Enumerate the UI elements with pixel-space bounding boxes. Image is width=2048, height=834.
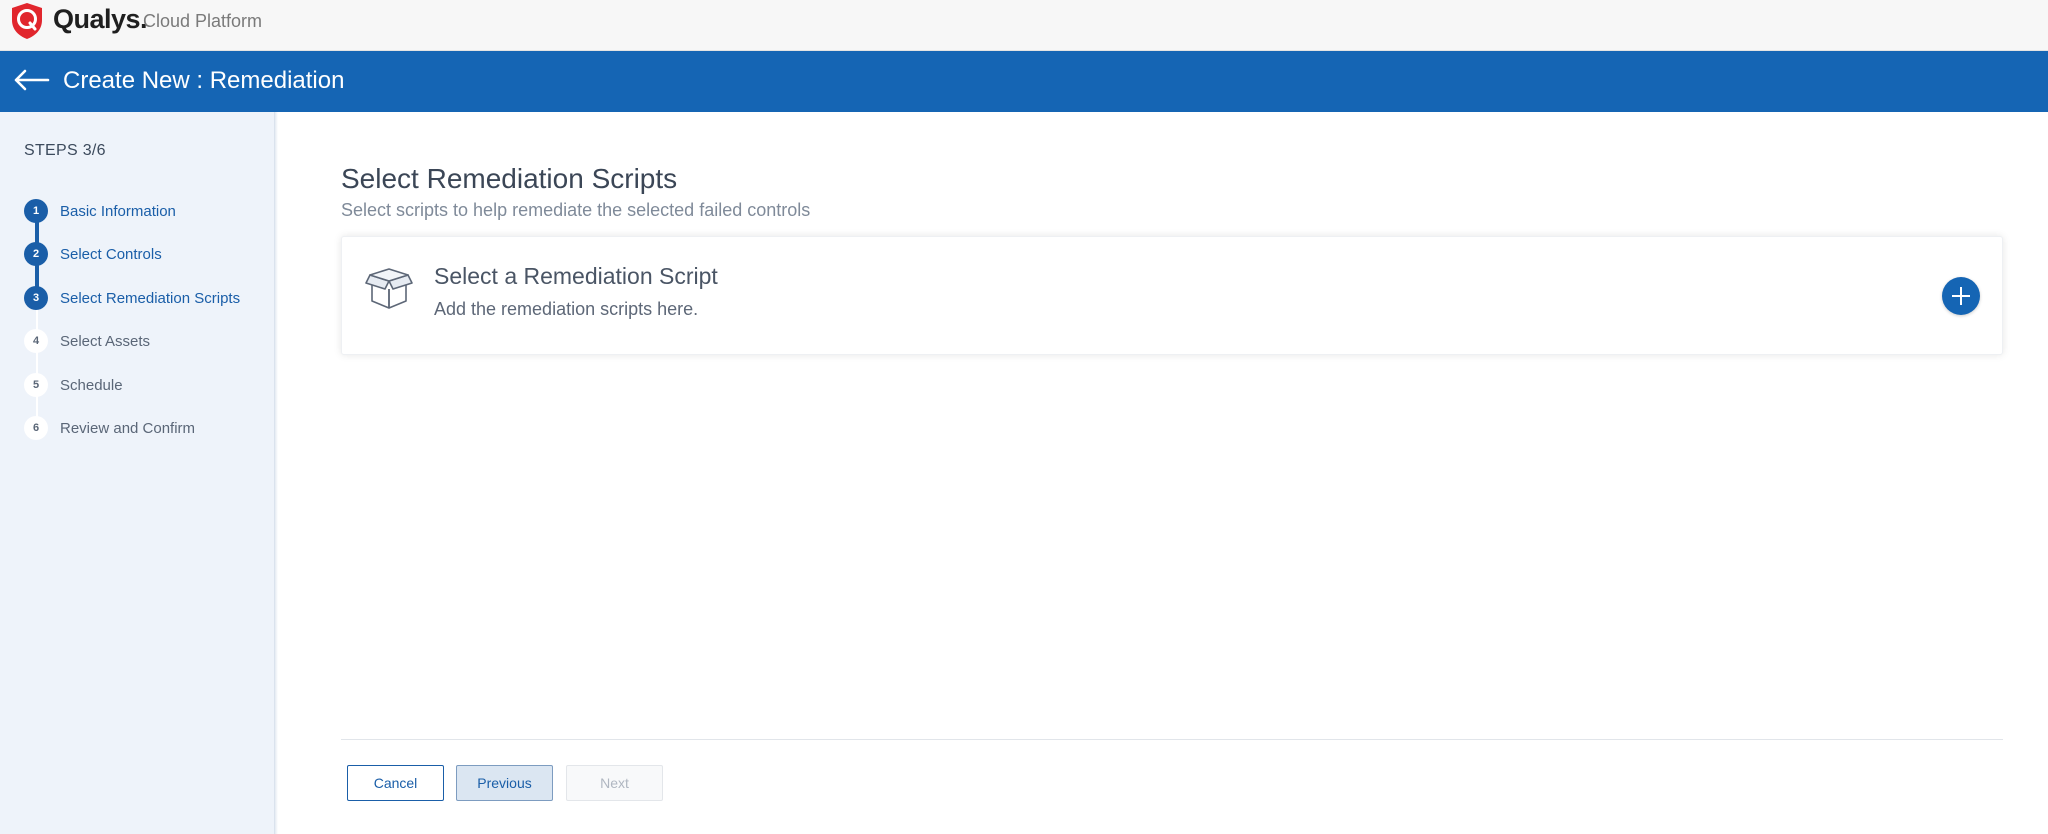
open-box-icon: [365, 268, 413, 309]
next-button[interactable]: Next: [566, 765, 663, 801]
page-title: Select Remediation Scripts: [341, 163, 678, 194]
page-header: Create New : Remediation: [0, 51, 2048, 112]
brand-name: Qualys.: [53, 4, 148, 34]
qualys-logo-icon: [12, 3, 42, 39]
card-title: Select a Remediation Script: [434, 263, 718, 289]
step-number: 1: [24, 199, 48, 223]
step-label: Select Assets: [60, 332, 151, 350]
step-schedule[interactable]: 5 Schedule: [24, 372, 123, 398]
step-select-controls[interactable]: 2 Select Controls: [24, 241, 162, 267]
footer-divider: [341, 739, 2003, 740]
steps-remaining-line: [36, 298, 38, 428]
step-label: Schedule: [60, 376, 123, 394]
step-select-remediation-scripts[interactable]: 3 Select Remediation Scripts: [24, 285, 240, 311]
page-subtitle: Select scripts to help remediate the sel…: [341, 200, 811, 220]
step-number: 3: [24, 286, 48, 310]
step-basic-information[interactable]: 1 Basic Information: [24, 198, 176, 224]
step-label: Select Controls: [60, 245, 162, 263]
step-number: 4: [24, 329, 48, 353]
step-label: Review and Confirm: [60, 419, 196, 437]
step-number: 5: [24, 373, 48, 397]
step-select-assets[interactable]: 4 Select Assets: [24, 328, 150, 354]
step-number: 6: [24, 416, 48, 440]
remediation-script-card: Select a Remediation Script Add the reme…: [341, 236, 2003, 355]
step-label: Basic Information: [60, 202, 176, 220]
brand-subtitle: Cloud Platform: [143, 11, 263, 31]
steps-heading: STEPS 3/6: [24, 142, 106, 159]
card-description: Add the remediation scripts here.: [434, 299, 699, 319]
previous-button[interactable]: Previous: [456, 765, 553, 801]
step-number: 2: [24, 242, 48, 266]
cancel-button[interactable]: Cancel: [347, 765, 444, 801]
step-review-and-confirm[interactable]: 6 Review and Confirm: [24, 415, 195, 441]
back-arrow-icon[interactable]: [12, 65, 52, 95]
brand-bar: Qualys. Cloud Platform: [0, 0, 2048, 51]
header-title: Create New : Remediation: [63, 67, 345, 94]
step-label: Select Remediation Scripts: [60, 289, 241, 307]
add-script-button[interactable]: [1942, 277, 1980, 315]
